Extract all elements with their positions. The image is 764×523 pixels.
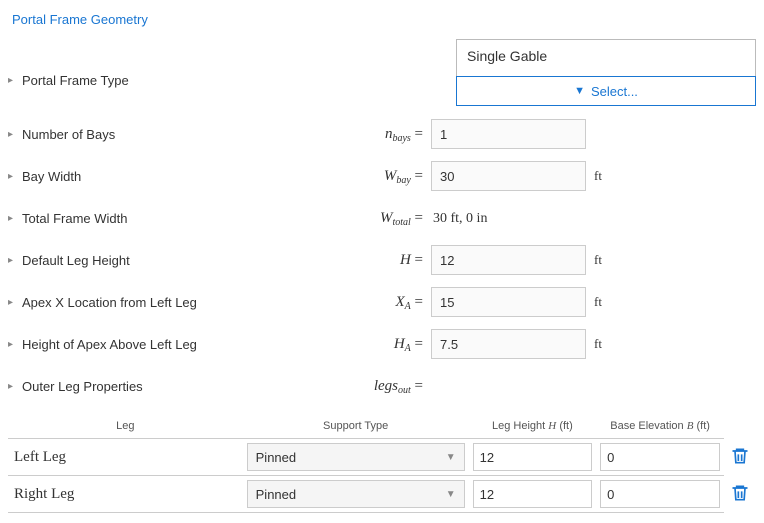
chevron-right-icon: ▸ — [8, 171, 18, 182]
delete-button[interactable] — [730, 445, 750, 470]
apex-h-label: Height of Apex Above Left Leg — [22, 337, 197, 352]
leg-height-cell[interactable] — [473, 443, 593, 471]
chevron-right-icon: ▸ — [8, 213, 18, 224]
select-button-label: Select... — [591, 84, 638, 99]
nbays-label: Number of Bays — [22, 127, 115, 142]
apex-x-symbol: XA = — [396, 294, 432, 311]
apex-x-input[interactable] — [431, 287, 586, 317]
trash-icon — [730, 482, 750, 504]
outer-legs-symbol: legsout = — [374, 378, 431, 395]
leg-height-label: Default Leg Height — [22, 253, 130, 268]
bay-width-input[interactable] — [431, 161, 586, 191]
frame-type-input[interactable]: Single Gable — [456, 39, 756, 77]
apex-x-unit: ft — [586, 294, 616, 310]
support-select[interactable]: Pinned ▼ — [247, 480, 465, 508]
bay-width-symbol: Wbay = — [384, 168, 431, 185]
th-height: Leg Height H (ft) — [469, 414, 597, 439]
base-elev-cell[interactable] — [600, 480, 720, 508]
delete-button[interactable] — [730, 482, 750, 507]
chevron-down-icon: ▼ — [446, 489, 456, 500]
total-width-label: Total Frame Width — [22, 211, 127, 226]
leg-height-symbol: H = — [400, 252, 431, 269]
support-select[interactable]: Pinned ▼ — [247, 443, 465, 471]
select-button[interactable]: ▼ Select... — [456, 76, 756, 106]
chevron-right-icon: ▸ — [8, 255, 18, 266]
legs-table: Leg Support Type Leg Height H (ft) Base … — [8, 414, 756, 513]
th-base: Base Elevation B (ft) — [596, 414, 724, 439]
chevron-right-icon: ▸ — [8, 297, 18, 308]
chevron-right-icon: ▸ — [8, 129, 18, 140]
apex-h-input[interactable] — [431, 329, 586, 359]
th-leg: Leg — [8, 414, 243, 439]
bay-width-unit: ft — [586, 168, 616, 184]
apex-h-symbol: HA = — [394, 336, 431, 353]
filter-icon: ▼ — [574, 86, 585, 97]
total-width-value: 30 ft, 0 in — [431, 211, 487, 226]
apex-h-unit: ft — [586, 336, 616, 352]
leg-height-cell[interactable] — [473, 480, 593, 508]
leg-name: Right Leg — [8, 476, 243, 513]
bay-width-label: Bay Width — [22, 169, 81, 184]
chevron-down-icon: ▼ — [446, 452, 456, 463]
leg-height-unit: ft — [586, 252, 616, 268]
outer-legs-label: Outer Leg Properties — [22, 379, 143, 394]
apex-x-label: Apex X Location from Left Leg — [22, 295, 197, 310]
table-row: Left Leg Pinned ▼ — [8, 439, 756, 476]
leg-height-input[interactable] — [431, 245, 586, 275]
leg-name: Left Leg — [8, 439, 243, 476]
total-width-symbol: Wtotal = — [380, 210, 431, 227]
base-elev-cell[interactable] — [600, 443, 720, 471]
trash-icon — [730, 445, 750, 467]
nbays-symbol: nbays = — [385, 126, 431, 143]
chevron-right-icon: ▸ — [8, 75, 18, 86]
nbays-input[interactable] — [431, 119, 586, 149]
th-support: Support Type — [243, 414, 469, 439]
chevron-right-icon: ▸ — [8, 381, 18, 392]
frame-type-label: Portal Frame Type — [22, 73, 129, 88]
table-row: Right Leg Pinned ▼ — [8, 476, 756, 513]
section-title: Portal Frame Geometry — [12, 12, 756, 27]
chevron-right-icon: ▸ — [8, 339, 18, 350]
